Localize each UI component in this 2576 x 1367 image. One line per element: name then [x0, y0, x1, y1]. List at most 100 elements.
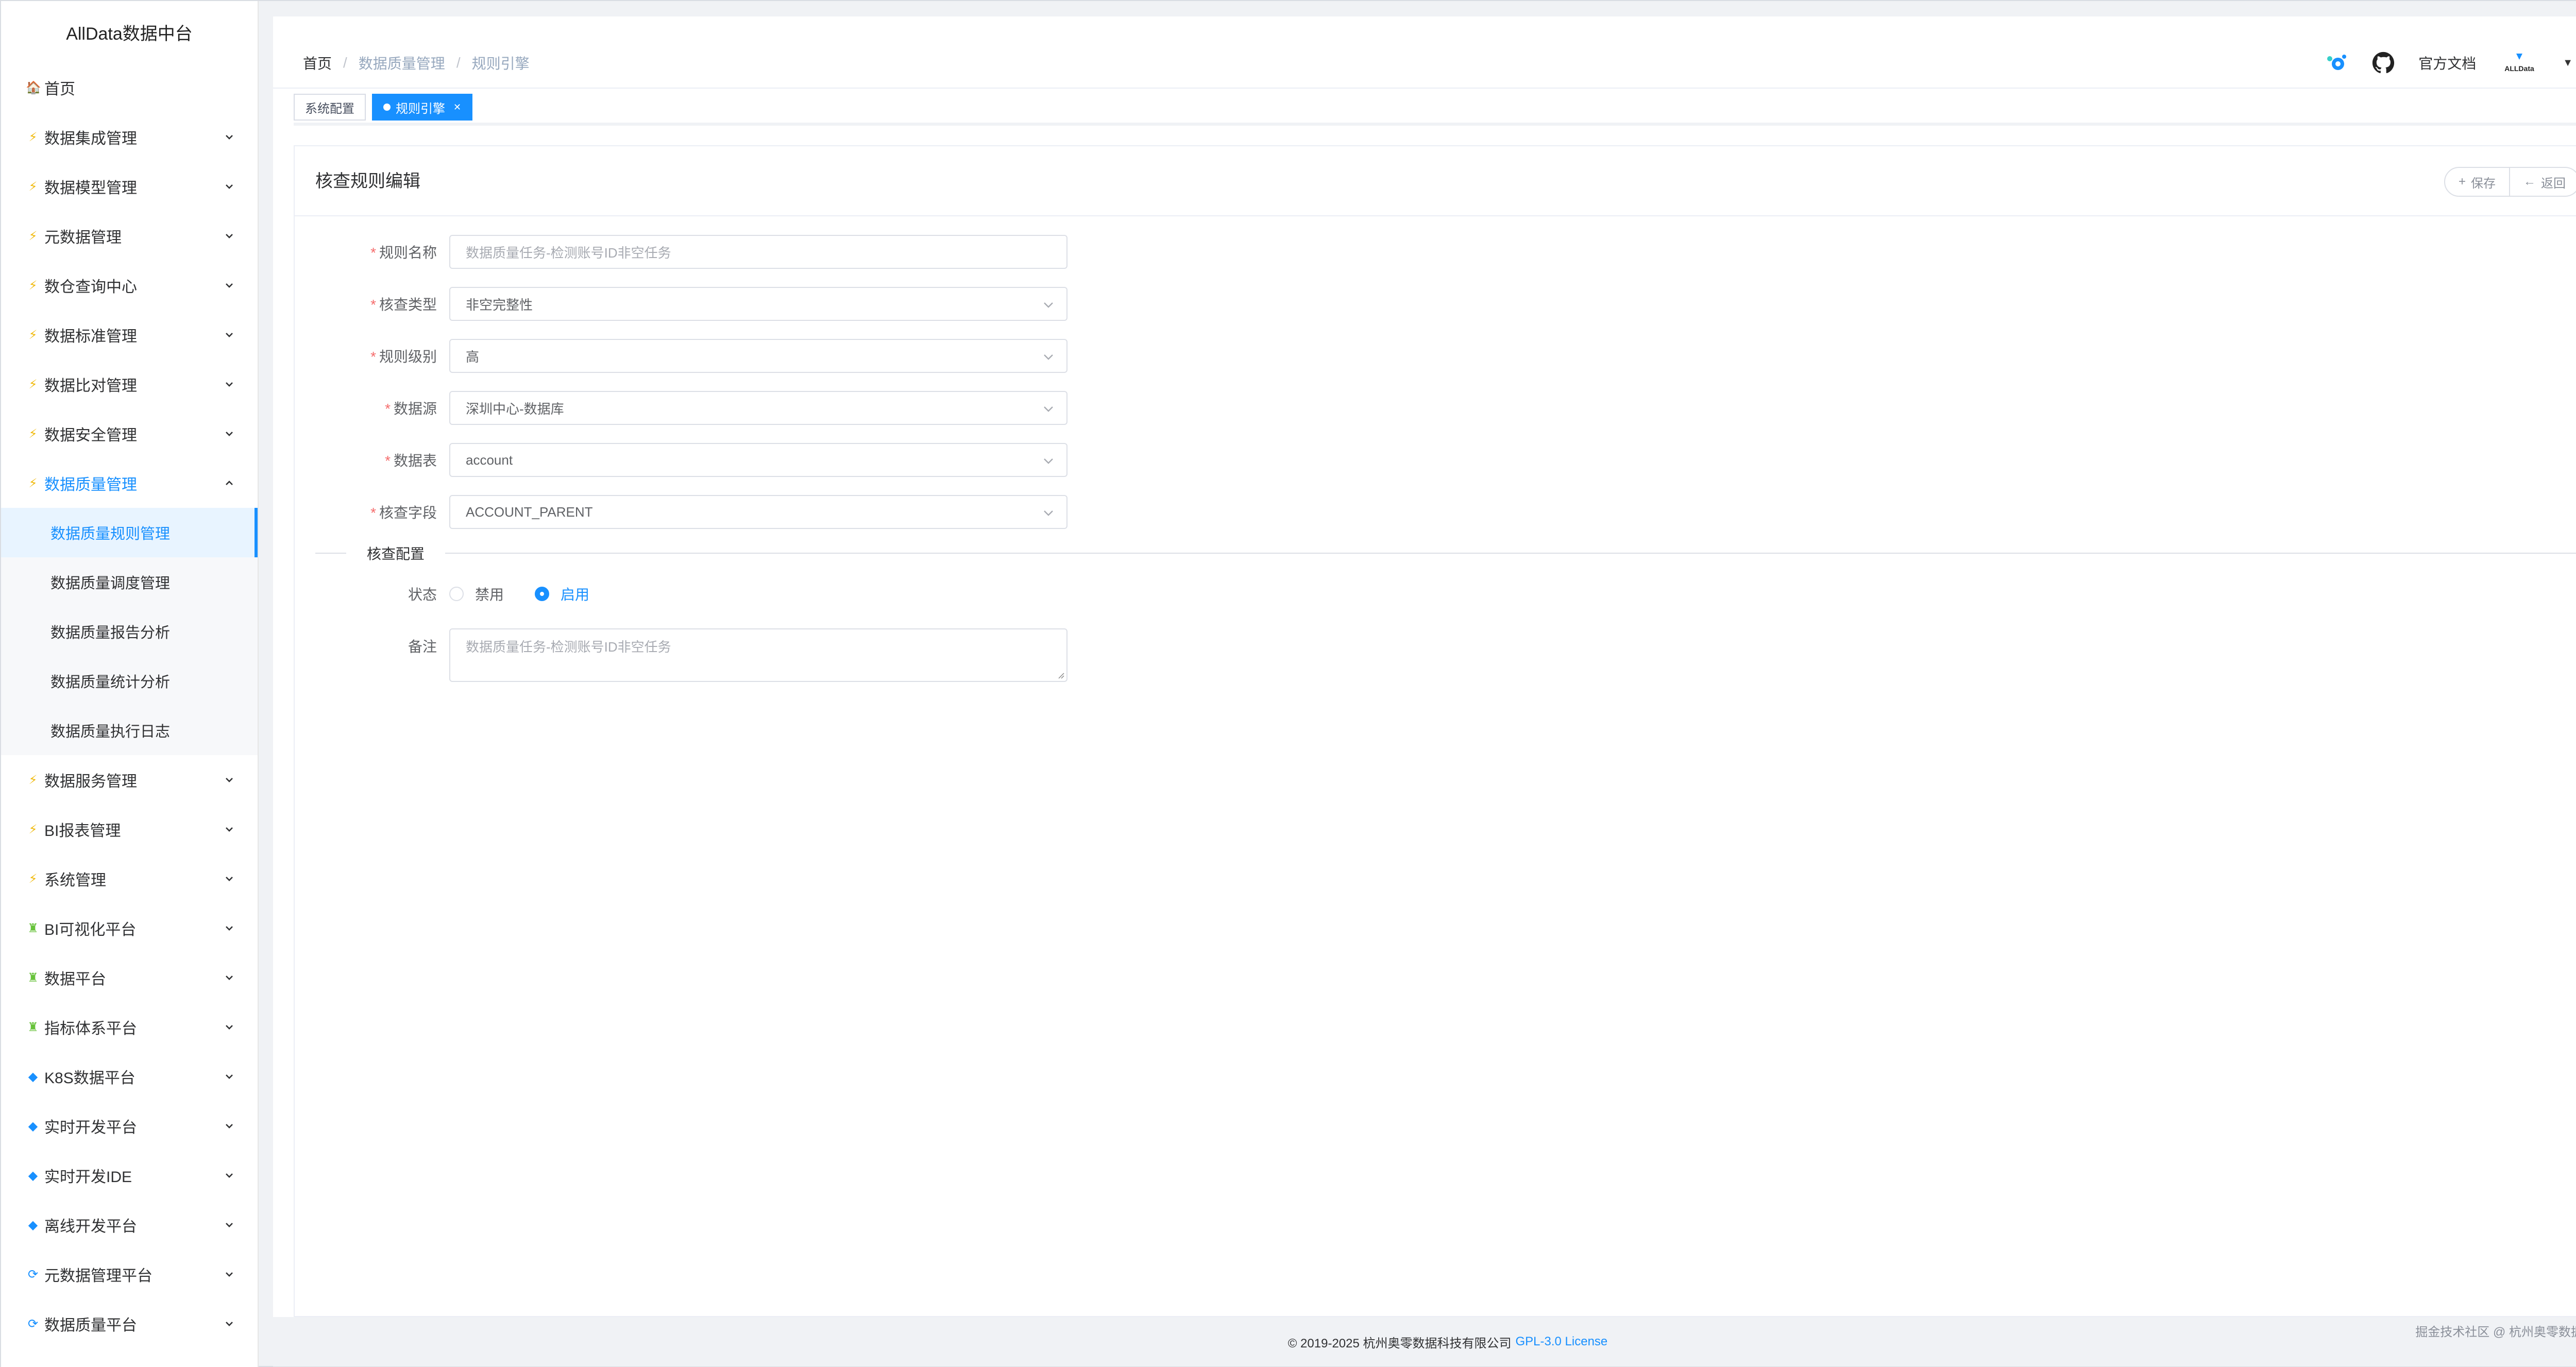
- submenu-item-3[interactable]: 数据质量统计分析: [1, 656, 258, 706]
- sidebar-item-11[interactable]: ⚡ 系统管理: [1, 854, 258, 903]
- chevron-down-icon: [222, 970, 237, 985]
- select-value: 高: [466, 349, 480, 365]
- form-row-rule-name: * 规则名称 数据质量任务-检测账号ID非空任务: [295, 235, 1067, 269]
- sidebar-item-7[interactable]: ⚡ 数据安全管理: [1, 409, 258, 458]
- sidebar-item-13[interactable]: ♜ 数据平台: [1, 953, 258, 1002]
- form-row-column: * 核查字段 ACCOUNT_PARENT: [295, 495, 1067, 529]
- active-dot-icon: [383, 104, 391, 111]
- rule-name-input[interactable]: 数据质量任务-检测账号ID非空任务: [449, 235, 1067, 269]
- form-row-datasource: * 数据源 深圳中心-数据库: [295, 391, 1067, 425]
- column-select[interactable]: ACCOUNT_PARENT: [449, 495, 1067, 529]
- sidebar-item-label: K8S数据平台: [44, 1070, 135, 1087]
- docs-link[interactable]: 官方文档: [2418, 53, 2476, 73]
- tag-system-config[interactable]: 系统配置: [294, 94, 366, 121]
- submenu-item-1[interactable]: 数据质量调度管理: [1, 557, 258, 607]
- chevron-down-icon: [222, 426, 237, 441]
- sidebar-item-label: BI报表管理: [44, 823, 121, 840]
- status-radio-enabled[interactable]: 启用: [535, 584, 589, 604]
- sidebar-item-14[interactable]: ♜ 指标体系平台: [1, 1002, 258, 1052]
- chevron-down-icon: [222, 228, 237, 244]
- submenu-item-0[interactable]: 数据质量规则管理: [1, 508, 258, 557]
- rule-level-select[interactable]: 高: [449, 339, 1067, 373]
- sidebar-item-15[interactable]: ◆ K8S数据平台: [1, 1052, 258, 1101]
- chevron-down-icon: [222, 920, 237, 936]
- back-button[interactable]: ← 返回: [2510, 167, 2576, 197]
- tag-rule-engine[interactable]: 规则引擎 ✕: [372, 94, 473, 121]
- chevron-down-icon: [222, 871, 237, 886]
- github-icon[interactable]: [2371, 50, 2396, 75]
- submenu-item-4[interactable]: 数据质量执行日志: [1, 706, 258, 755]
- diamond-icon: ◆: [28, 1069, 38, 1084]
- sidebar-item-1[interactable]: ⚡ 数据集成管理: [1, 112, 258, 162]
- sidebar-item-label: BI可视化平台: [44, 921, 137, 938]
- sidebar-item-12[interactable]: ♜ BI可视化平台: [1, 903, 258, 953]
- radio-label: 禁用: [475, 587, 504, 603]
- close-icon[interactable]: ✕: [453, 102, 461, 113]
- breadcrumb-quality[interactable]: 数据质量管理: [359, 53, 445, 73]
- select-value: 深圳中心-数据库: [466, 401, 564, 417]
- form-row-remark: 备注 数据质量任务-检测账号ID非空任务: [295, 628, 1067, 682]
- user-avatar[interactable]: ALLData: [2499, 50, 2540, 75]
- datasource-select[interactable]: 深圳中心-数据库: [449, 391, 1067, 425]
- sidebar-item-9[interactable]: ⚡ 数据服务管理: [1, 755, 258, 805]
- sidebar-item-17[interactable]: ◆ 实时开发IDE: [1, 1151, 258, 1200]
- sidebar-item-label: 数据平台: [44, 971, 106, 988]
- sidebar-item-5[interactable]: ⚡ 数据标准管理: [1, 310, 258, 360]
- app-logo-title[interactable]: AllData数据中台: [1, 1, 258, 63]
- user-menu-caret-icon[interactable]: ▼: [2563, 57, 2573, 69]
- avatar-text: ALLData: [2504, 64, 2534, 73]
- radio-label: 启用: [561, 587, 590, 603]
- form-label: * 数据表: [385, 453, 437, 469]
- bolt-icon: ⚡: [28, 822, 38, 836]
- sidebar-item-label: 数据模型管理: [44, 180, 137, 197]
- form-label: * 数据源: [385, 401, 437, 417]
- tag-label: 系统配置: [305, 101, 354, 116]
- sidebar-item-4[interactable]: ⚡ 数仓查询中心: [1, 261, 258, 310]
- sidebar-item-label: 数据比对管理: [44, 378, 137, 395]
- resize-handle-icon: [1058, 673, 1064, 679]
- sidebar-item-20[interactable]: ⟳ 数据质量平台: [1, 1299, 258, 1348]
- check-type-select[interactable]: 非空完整性: [449, 287, 1067, 321]
- sidebar-item-0[interactable]: 🏠 首页: [1, 63, 258, 112]
- sidebar-item-10[interactable]: ⚡ BI报表管理: [1, 805, 258, 854]
- diamond-icon: ◆: [28, 1168, 38, 1183]
- sidebar-item-16[interactable]: ◆ 实时开发平台: [1, 1101, 258, 1151]
- remark-textarea[interactable]: 数据质量任务-检测账号ID非空任务: [449, 628, 1067, 682]
- chevron-down-icon: [1042, 402, 1055, 419]
- card-actions: + 保存 ← 返回: [2444, 167, 2576, 197]
- sidebar-item-18[interactable]: ◆ 离线开发平台: [1, 1200, 258, 1250]
- bolt-icon: ⚡: [28, 328, 38, 342]
- bolt-icon: ⚡: [28, 130, 38, 144]
- bolt-icon: ⚡: [28, 872, 38, 886]
- save-button[interactable]: + 保存: [2444, 167, 2510, 197]
- table-select[interactable]: account: [449, 443, 1067, 477]
- chevron-down-icon: [1042, 350, 1055, 367]
- bolt-icon: ⚡: [28, 426, 38, 441]
- navbar: 首页 / 数据质量管理 / 规则引擎 官方文档 ALLData ▼: [273, 16, 2576, 89]
- license-link[interactable]: GPL-3.0 License: [1516, 1335, 1608, 1349]
- form-row-table: * 数据表 account: [295, 443, 1067, 477]
- submenu-item-2[interactable]: 数据质量报告分析: [1, 607, 258, 656]
- sidebar-item-3[interactable]: ⚡ 元数据管理: [1, 211, 258, 261]
- sidebar-item-6[interactable]: ⚡ 数据比对管理: [1, 360, 258, 409]
- diamond-icon: ◆: [28, 1119, 38, 1133]
- diamond-icon: ◆: [28, 1218, 38, 1232]
- navbar-right: 官方文档 ALLData ▼: [2324, 50, 2573, 75]
- chevron-down-icon: [1042, 454, 1055, 471]
- breadcrumb-separator: /: [456, 55, 461, 71]
- chevron-down-icon: [222, 1069, 237, 1084]
- sidebar-item-8[interactable]: ⚡ 数据质量管理: [1, 458, 258, 508]
- sidebar-item-2[interactable]: ⚡ 数据模型管理: [1, 162, 258, 211]
- main-panel: 首页 / 数据质量管理 / 规则引擎 官方文档 ALLData ▼ 系统配置 规…: [273, 16, 2576, 1317]
- ai-assistant-icon[interactable]: [2324, 50, 2348, 75]
- tags-view: 系统配置 规则引擎 ✕: [294, 94, 473, 121]
- sidebar-item-label: 数仓查询中心: [44, 279, 137, 296]
- remark-placeholder: 数据质量任务-检测账号ID非空任务: [466, 639, 671, 655]
- status-radio-disabled[interactable]: 禁用: [449, 584, 504, 604]
- back-label: 返回: [2541, 176, 2566, 191]
- card-title: 核查规则编辑: [315, 172, 420, 191]
- chevron-down-icon: [222, 1168, 237, 1183]
- breadcrumb-home[interactable]: 首页: [303, 53, 332, 73]
- chevron-down-icon: [222, 772, 237, 788]
- sidebar-item-19[interactable]: ⟳ 元数据管理平台: [1, 1250, 258, 1299]
